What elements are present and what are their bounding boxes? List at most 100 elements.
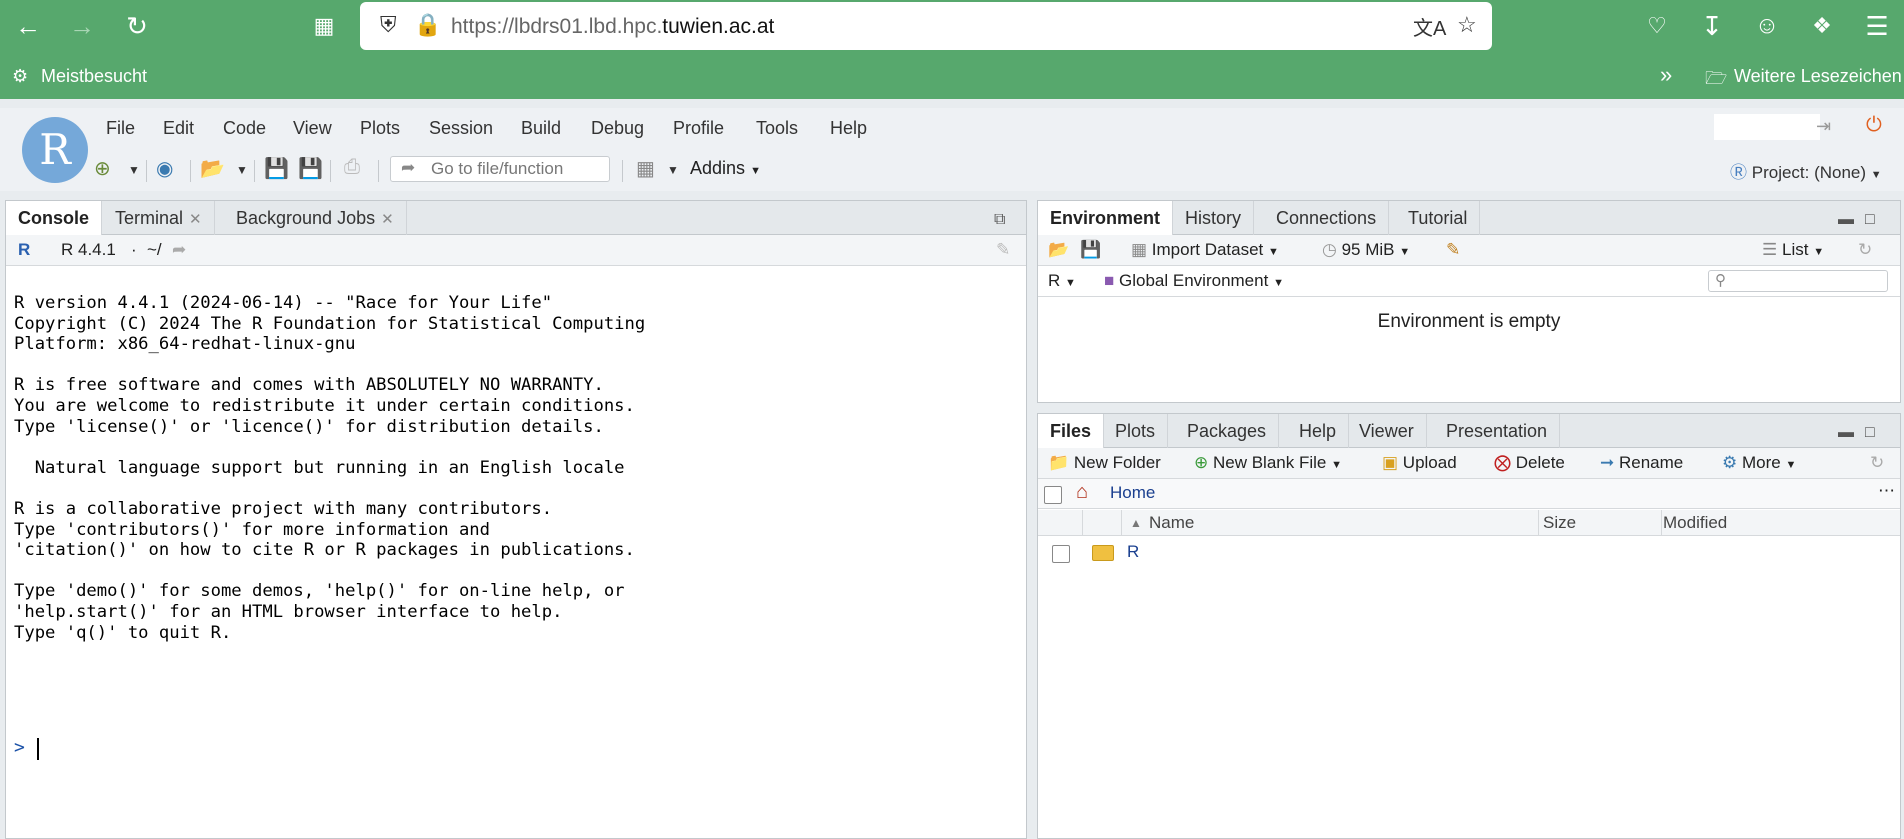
menu-view[interactable]: View xyxy=(293,118,332,139)
print-icon[interactable]: ⎙ xyxy=(344,156,360,179)
open-folder-icon[interactable]: 📂 xyxy=(200,156,225,181)
menu-profile[interactable]: Profile xyxy=(673,118,724,139)
list-view-button[interactable]: ☰ List ▼ xyxy=(1762,240,1824,260)
account-icon[interactable]: ☺ xyxy=(1747,8,1787,44)
chevron-down-icon[interactable]: ▼ xyxy=(667,163,679,177)
lock-icon[interactable]: 🔒 xyxy=(414,12,441,38)
table-row[interactable]: R xyxy=(1038,537,1900,567)
tab-environment[interactable]: Environment xyxy=(1038,201,1174,236)
forward-icon[interactable]: → xyxy=(62,8,102,44)
tab-icon[interactable]: ▦ xyxy=(304,8,344,44)
pocket-icon[interactable]: ♡ xyxy=(1637,8,1677,44)
extensions-icon[interactable]: ❖ xyxy=(1802,8,1842,44)
share-icon[interactable]: ➦ xyxy=(172,240,186,260)
bookmark-most-visited[interactable]: Meistbesucht xyxy=(41,66,147,87)
delete-button[interactable]: ⨂ Delete xyxy=(1494,453,1565,473)
bookmark-more[interactable]: Weitere Lesezeichen xyxy=(1734,66,1902,87)
menu-help[interactable]: Help xyxy=(830,118,867,139)
console-line: You are welcome to redistribute it under… xyxy=(14,395,635,416)
column-divider xyxy=(1661,510,1662,536)
sign-out-icon[interactable]: ⇥ xyxy=(1816,116,1831,137)
console-output[interactable]: R version 4.4.1 (2024-06-14) -- "Race fo… xyxy=(6,267,1026,838)
new-project-icon[interactable]: ◉ xyxy=(156,156,173,181)
refresh-icon[interactable]: ↻ xyxy=(1858,240,1872,260)
maximize-icon[interactable]: □ xyxy=(1865,211,1875,229)
menu-build[interactable]: Build xyxy=(521,118,561,139)
new-folder-button[interactable]: 📁 New Folder xyxy=(1048,453,1161,473)
save-icon[interactable]: 💾 xyxy=(264,156,289,181)
chevron-down-icon[interactable]: ▼ xyxy=(128,163,140,177)
breadcrumb-home[interactable]: Home xyxy=(1110,483,1155,503)
column-name[interactable]: Name xyxy=(1149,513,1194,533)
tab-viewer[interactable]: Viewer xyxy=(1347,414,1427,448)
console-pane: Console Terminal ✕ Background Jobs ✕ ⧉ R R… xyxy=(5,200,1027,839)
tab-tutorial[interactable]: Tutorial xyxy=(1396,201,1481,235)
menu-icon[interactable]: ☰ xyxy=(1857,8,1897,44)
url-bar[interactable]: ⛨ 🔒 https://lbdrs01.lbd.hpc.tuwien.ac.at… xyxy=(360,2,1492,50)
tab-packages[interactable]: Packages xyxy=(1175,414,1280,448)
grid-icon[interactable]: ▦ xyxy=(636,156,655,181)
restore-icon[interactable]: ⧉ xyxy=(994,211,1005,229)
column-size[interactable]: Size xyxy=(1543,513,1576,533)
menu-debug[interactable]: Debug xyxy=(591,118,644,139)
home-icon[interactable]: ⌂ xyxy=(1076,481,1088,504)
tab-files[interactable]: Files xyxy=(1038,414,1105,449)
import-dataset-button[interactable]: ▦ Import Dataset ▼ xyxy=(1131,240,1279,260)
minimize-icon[interactable]: ▬ xyxy=(1838,211,1854,229)
column-modified[interactable]: Modified xyxy=(1663,513,1727,533)
tab-connections[interactable]: Connections xyxy=(1264,201,1390,235)
language-select[interactable]: R ▼ xyxy=(1048,271,1076,291)
menu-file[interactable]: File xyxy=(106,118,135,139)
maximize-icon[interactable]: □ xyxy=(1865,424,1875,442)
tab-presentation[interactable]: Presentation xyxy=(1434,414,1561,448)
close-icon[interactable]: ✕ xyxy=(381,211,394,228)
folder-icon: 🗁 xyxy=(1705,68,1728,88)
tab-terminal[interactable]: Terminal ✕ xyxy=(103,201,215,235)
tab-history[interactable]: History xyxy=(1173,201,1255,235)
rename-button[interactable]: ➞ Rename xyxy=(1600,453,1683,473)
select-all-checkbox[interactable] xyxy=(1044,486,1062,504)
file-name-link[interactable]: R xyxy=(1127,542,1139,562)
broom-icon[interactable]: ✎ xyxy=(996,240,1010,260)
chevron-down-icon[interactable]: ▼ xyxy=(236,163,248,177)
shield-icon[interactable]: ⛨ xyxy=(380,12,397,38)
translate-icon[interactable]: 文A xyxy=(1413,12,1446,41)
refresh-icon[interactable]: ↻ xyxy=(1870,453,1884,473)
menu-session[interactable]: Session xyxy=(429,118,493,139)
upload-button[interactable]: ▣ Upload xyxy=(1382,453,1457,473)
back-icon[interactable]: ← xyxy=(8,8,48,44)
tab-help[interactable]: Help xyxy=(1287,414,1350,448)
menu-code[interactable]: Code xyxy=(223,118,266,139)
tab-background-jobs[interactable]: Background Jobs ✕ xyxy=(224,201,407,235)
working-directory[interactable]: ~/ xyxy=(147,240,162,260)
environment-empty-message: Environment is empty xyxy=(1377,311,1561,332)
goto-file-input[interactable]: ➦ Go to file/function xyxy=(390,156,610,182)
menu-plots[interactable]: Plots xyxy=(360,118,400,139)
more-button[interactable]: ⚙ More ▼ xyxy=(1722,453,1796,473)
reload-icon[interactable]: ↻ xyxy=(117,8,157,44)
new-file-icon[interactable]: ⊕ xyxy=(94,156,111,181)
memory-usage[interactable]: ◷ 95 MiB ▼ xyxy=(1322,240,1410,260)
row-checkbox[interactable] xyxy=(1052,545,1070,563)
broom-icon[interactable]: ✎ xyxy=(1446,240,1460,260)
scope-select[interactable]: ■ Global Environment ▼ xyxy=(1104,271,1284,291)
addins-button[interactable]: Addins ▼ xyxy=(690,158,761,179)
save-icon[interactable]: 💾 xyxy=(1080,240,1101,260)
open-folder-icon[interactable]: 📂 xyxy=(1048,240,1069,260)
url-text[interactable]: https://lbdrs01.lbd.hpc.tuwien.ac.at xyxy=(451,15,774,39)
tab-console[interactable]: Console xyxy=(6,201,103,236)
star-icon[interactable]: ☆ xyxy=(1457,12,1477,38)
new-blank-file-button[interactable]: ⊕ New Blank File ▼ xyxy=(1194,453,1342,473)
minimize-icon[interactable]: ▬ xyxy=(1838,424,1854,442)
save-all-icon[interactable]: 💾 xyxy=(298,156,323,181)
project-button[interactable]: Ⓡ Project: (None) ▼ xyxy=(1730,158,1882,183)
close-icon[interactable]: ✕ xyxy=(189,211,202,228)
power-icon[interactable]: ⏻ xyxy=(1866,114,1882,137)
download-icon[interactable]: ↧ xyxy=(1692,8,1732,44)
tab-plots[interactable]: Plots xyxy=(1103,414,1169,448)
env-search-input[interactable]: ⚲ xyxy=(1708,270,1888,292)
menu-tools[interactable]: Tools xyxy=(756,118,798,139)
more-options-icon[interactable]: ⋯ xyxy=(1878,481,1895,501)
menu-edit[interactable]: Edit xyxy=(163,118,194,139)
chevron-right-icon[interactable]: » xyxy=(1660,62,1672,88)
